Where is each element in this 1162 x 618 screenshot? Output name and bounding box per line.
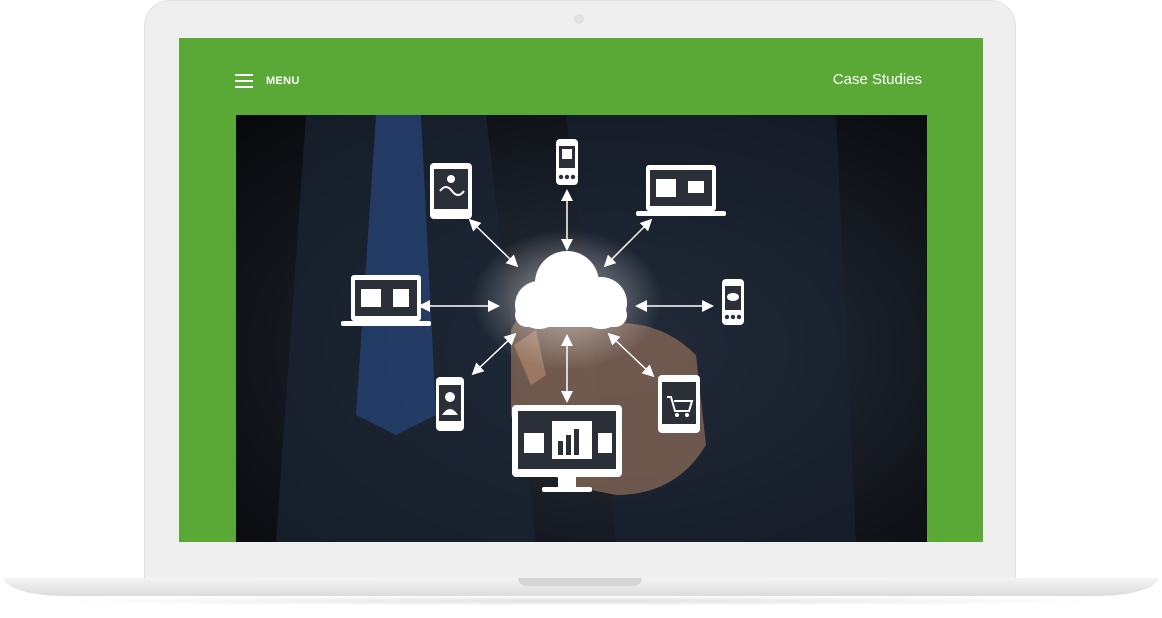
laptop-shop-user-icon <box>341 275 431 326</box>
menu-label: MENU <box>266 75 300 87</box>
screen: MENU Case Studies <box>179 38 983 542</box>
hero-image <box>236 115 927 542</box>
cloud-network-illustration <box>276 115 856 542</box>
hamburger-icon <box>235 74 253 88</box>
laptop-map-video-icon <box>636 165 726 216</box>
tablet-cart-icon <box>658 375 700 433</box>
webcam-icon <box>574 14 584 24</box>
smartphone-user-icon <box>436 377 464 431</box>
smartphone-chat-icon <box>722 279 744 325</box>
smartphone-qr-icon <box>556 139 578 185</box>
menu-button[interactable]: MENU <box>235 73 300 89</box>
laptop-hinge-notch <box>518 578 642 586</box>
case-studies-link[interactable]: Case Studies <box>833 71 922 88</box>
tablet-map-icon <box>430 163 472 219</box>
laptop-shadow <box>40 596 1122 606</box>
